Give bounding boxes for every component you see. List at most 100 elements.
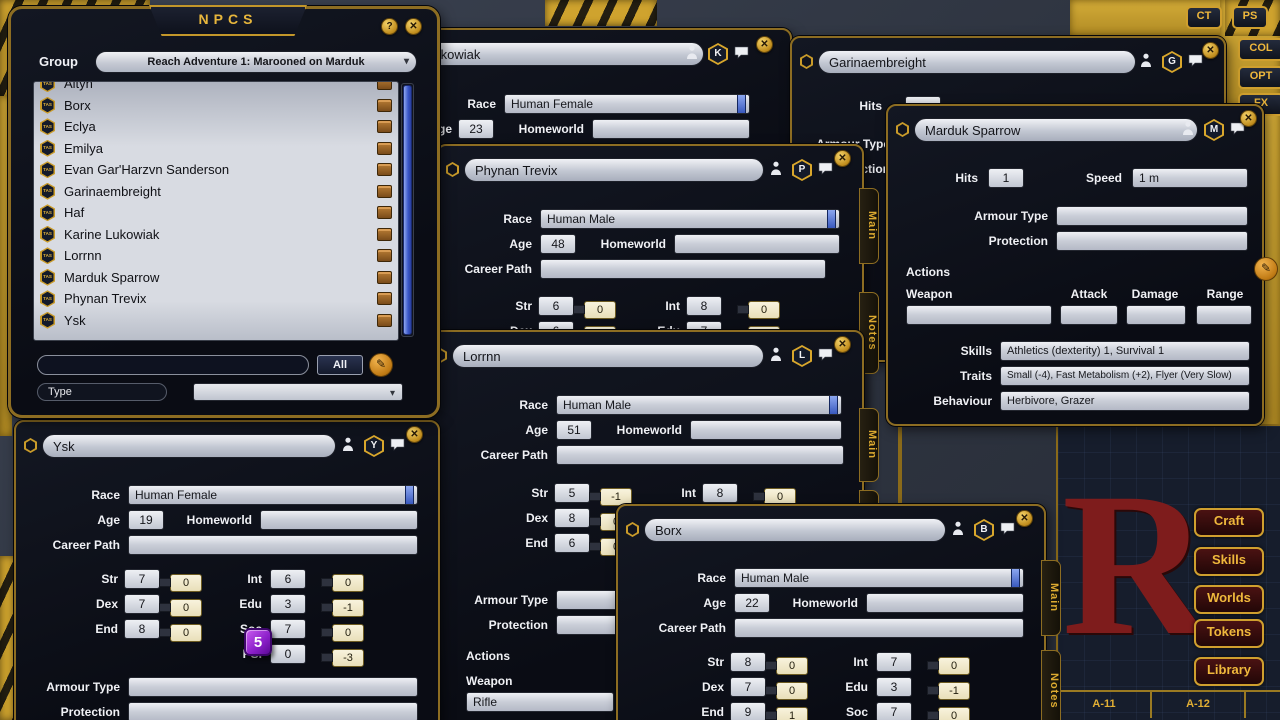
sheet-title[interactable]: Ysk xyxy=(42,434,336,458)
dex-field[interactable]: 7 xyxy=(124,594,160,614)
npc-list-item[interactable]: TASLorrnn xyxy=(35,245,397,267)
close-button[interactable] xyxy=(834,150,851,167)
int-mod-field[interactable]: 0 xyxy=(938,657,970,675)
attack-field[interactable] xyxy=(1060,305,1118,325)
sidebar-button-skills[interactable]: Skills xyxy=(1194,547,1264,576)
npc-list-item[interactable]: TASEclya xyxy=(35,116,397,138)
career-path-field[interactable] xyxy=(540,259,826,279)
age-field[interactable]: 22 xyxy=(734,593,770,613)
tab-main[interactable]: Main xyxy=(859,408,879,482)
dex-mod-field[interactable]: 0 xyxy=(170,599,202,617)
close-button[interactable] xyxy=(1016,510,1033,527)
edu-mod-field[interactable]: -1 xyxy=(332,599,364,617)
letter-badge[interactable]: B xyxy=(974,519,994,541)
close-button[interactable] xyxy=(1202,42,1219,59)
npc-list-item[interactable]: TASYsk xyxy=(35,310,397,332)
tab-notes[interactable]: Notes xyxy=(1041,650,1061,720)
damage-field[interactable] xyxy=(1126,305,1186,325)
letter-badge[interactable]: M xyxy=(1204,119,1224,141)
homeworld-field[interactable] xyxy=(674,234,840,254)
int-field[interactable]: 8 xyxy=(686,296,722,316)
race-field[interactable]: Human Male xyxy=(734,568,1024,588)
sheet-title[interactable]: Borx xyxy=(644,518,946,542)
sheet-title[interactable]: Garinaembreight xyxy=(818,50,1136,74)
str-mod-field[interactable]: 0 xyxy=(776,657,808,675)
drag-token[interactable]: 5 xyxy=(244,628,272,656)
str-field[interactable]: 7 xyxy=(124,569,160,589)
sheet-title[interactable]: Marduk Sparrow xyxy=(914,118,1198,142)
race-field[interactable]: Human Female xyxy=(128,485,418,505)
letter-badge[interactable]: Y xyxy=(364,435,384,457)
record-link-icon[interactable] xyxy=(377,163,392,176)
career-path-field[interactable] xyxy=(556,445,844,465)
tab-main[interactable]: Main xyxy=(1041,560,1061,636)
scrollbar[interactable] xyxy=(401,83,414,337)
sidebar-button-craft[interactable]: Craft xyxy=(1194,508,1264,537)
speed-field[interactable]: 1 m xyxy=(1132,168,1248,188)
homeworld-field[interactable] xyxy=(592,119,750,139)
protection-field[interactable] xyxy=(1056,231,1248,251)
person-icon[interactable] xyxy=(1140,53,1152,73)
type-dropdown[interactable] xyxy=(193,383,403,401)
chat-bubble-icon[interactable] xyxy=(818,348,833,366)
record-link-icon[interactable] xyxy=(377,249,392,262)
int-mod-field[interactable]: 0 xyxy=(332,574,364,592)
psi-field[interactable]: 0 xyxy=(270,644,306,664)
weapon-field[interactable] xyxy=(906,305,1052,325)
skills-field[interactable]: Athletics (dexterity) 1, Survival 1 xyxy=(1000,341,1250,361)
range-field[interactable] xyxy=(1196,305,1252,325)
race-field[interactable]: Human Male xyxy=(540,209,840,229)
armour-type-field[interactable] xyxy=(128,677,418,697)
close-button[interactable] xyxy=(1240,110,1257,127)
soc-field[interactable]: 7 xyxy=(876,702,912,720)
homeworld-field[interactable] xyxy=(260,510,418,530)
record-link-icon[interactable] xyxy=(377,292,392,305)
colors-tab[interactable]: COL xyxy=(1238,38,1280,61)
end-field[interactable]: 8 xyxy=(124,619,160,639)
sidebar-button-tokens[interactable]: Tokens xyxy=(1194,619,1264,648)
int-field[interactable]: 7 xyxy=(876,652,912,672)
record-link-icon[interactable] xyxy=(377,120,392,133)
close-button[interactable] xyxy=(406,426,423,443)
record-link-icon[interactable] xyxy=(377,185,392,198)
person-icon[interactable] xyxy=(686,45,698,65)
person-icon[interactable] xyxy=(770,161,782,181)
int-field[interactable]: 8 xyxy=(702,483,738,503)
str-field[interactable]: 5 xyxy=(554,483,590,503)
npc-list-item[interactable]: TASHaf xyxy=(35,202,397,224)
chat-bubble-icon[interactable] xyxy=(1188,54,1203,72)
npc-list-item[interactable]: TASMarduk Sparrow xyxy=(35,267,397,289)
person-icon[interactable] xyxy=(1182,121,1194,141)
edu-mod-field[interactable]: -1 xyxy=(938,682,970,700)
npc-list-item[interactable]: TASEvan Gar'Harzvn Sanderson xyxy=(35,159,397,181)
close-button[interactable] xyxy=(405,18,422,35)
chat-bubble-icon[interactable] xyxy=(734,46,749,64)
career-path-field[interactable] xyxy=(128,535,418,555)
weapon-field[interactable]: Rifle xyxy=(466,692,614,712)
person-icon[interactable] xyxy=(770,347,782,367)
protection-field[interactable] xyxy=(128,702,418,720)
tab-main[interactable]: Main xyxy=(859,188,879,264)
scrollbar-thumb[interactable] xyxy=(403,85,412,335)
npc-list-item[interactable]: TASKarine Lukowiak xyxy=(35,224,397,246)
dex-mod-field[interactable]: 0 xyxy=(776,682,808,700)
behaviour-field[interactable]: Herbivore, Grazer xyxy=(1000,391,1250,411)
help-button[interactable] xyxy=(381,18,398,35)
edit-button[interactable] xyxy=(1254,257,1278,281)
record-link-icon[interactable] xyxy=(377,142,392,155)
soc-field[interactable]: 7 xyxy=(270,619,306,639)
letter-badge[interactable]: L xyxy=(792,345,812,367)
str-field[interactable]: 8 xyxy=(730,652,766,672)
ps-button[interactable]: PS xyxy=(1232,6,1268,29)
npc-list-item[interactable]: TASAltyn xyxy=(35,81,397,95)
search-input[interactable] xyxy=(37,355,309,375)
soc-mod-field[interactable]: 0 xyxy=(938,707,970,720)
homeworld-field[interactable] xyxy=(690,420,842,440)
person-icon[interactable] xyxy=(952,521,964,541)
record-link-icon[interactable] xyxy=(377,81,392,90)
hits-field[interactable]: 1 xyxy=(988,168,1024,188)
edu-field[interactable]: 3 xyxy=(270,594,306,614)
close-button[interactable] xyxy=(756,36,773,53)
record-link-icon[interactable] xyxy=(377,271,392,284)
record-link-icon[interactable] xyxy=(377,99,392,112)
